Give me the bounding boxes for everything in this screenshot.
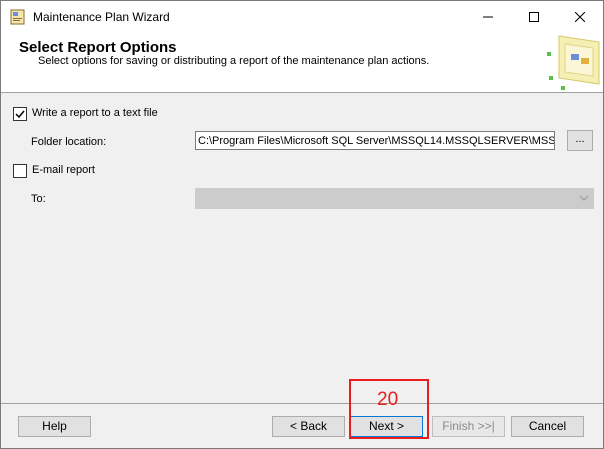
browse-folder-button[interactable]: ... xyxy=(567,130,593,151)
page-subtitle: Select options for saving or distributin… xyxy=(38,55,430,67)
minimize-icon xyxy=(483,16,493,17)
page-title: Select Report Options xyxy=(19,39,177,56)
finish-button[interactable]: Finish >>| xyxy=(432,416,505,437)
maximize-button[interactable] xyxy=(511,1,557,32)
folder-location-input[interactable]: C:\Program Files\Microsoft SQL Server\MS… xyxy=(195,131,555,150)
maximize-icon xyxy=(529,11,539,22)
email-report-checkbox[interactable] xyxy=(13,164,27,178)
checkmark-icon xyxy=(15,110,25,119)
annotation-step-number: 20 xyxy=(377,389,399,410)
cancel-button[interactable]: Cancel xyxy=(511,416,584,437)
minimize-button[interactable] xyxy=(465,1,511,32)
to-operator-select[interactable] xyxy=(195,188,594,209)
write-report-checkbox[interactable] xyxy=(13,107,27,121)
help-button[interactable]: Help xyxy=(18,416,91,437)
close-button[interactable] xyxy=(557,1,603,32)
wizard-window: Maintenance Plan Wizard Select Report Op… xyxy=(0,0,604,449)
write-report-label: Write a report to a text file xyxy=(32,107,158,119)
folder-location-label: Folder location: xyxy=(31,136,107,148)
chevron-down-icon xyxy=(579,195,589,201)
title-bar: Maintenance Plan Wizard xyxy=(1,1,603,32)
close-icon xyxy=(575,11,585,22)
footer-separator xyxy=(1,403,603,404)
back-button[interactable]: < Back xyxy=(272,416,345,437)
window-title: Maintenance Plan Wizard xyxy=(33,10,170,24)
wizard-app-icon xyxy=(10,9,26,25)
to-label: To: xyxy=(31,193,46,205)
wizard-header: Select Report Options Select options for… xyxy=(1,32,603,93)
email-report-label: E-mail report xyxy=(32,164,95,176)
wizard-graphic-icon xyxy=(541,32,603,92)
